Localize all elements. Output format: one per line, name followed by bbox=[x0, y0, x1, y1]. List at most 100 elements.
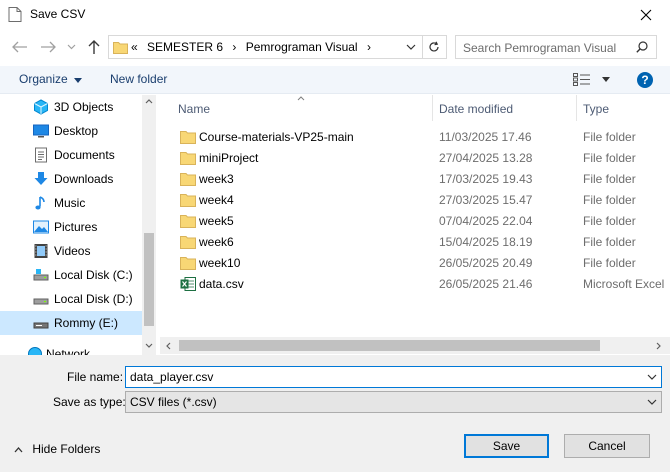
3d-objects-icon bbox=[34, 99, 48, 115]
address-bar[interactable]: « SEMESTER 6 › Pemrograman Visual › bbox=[108, 35, 447, 59]
sidebar-item-3d-objects[interactable]: 3D Objects bbox=[0, 95, 142, 119]
column-header-date-modified[interactable]: Date modified bbox=[439, 102, 513, 116]
folder-icon bbox=[180, 173, 196, 186]
file-type: Microsoft Excel bbox=[583, 277, 665, 291]
column-header-name[interactable]: Name bbox=[178, 102, 210, 116]
hide-folders-button[interactable]: Hide Folders bbox=[14, 442, 100, 456]
chevron-down-icon[interactable] bbox=[647, 371, 657, 383]
breadcrumb-segment[interactable]: SEMESTER 6 bbox=[147, 40, 223, 54]
file-row[interactable]: week6 15/04/2025 18.19 File folder bbox=[160, 232, 670, 253]
save-as-type-select[interactable]: CSV files (*.csv) bbox=[125, 391, 662, 413]
file-type: File folder bbox=[583, 214, 636, 228]
column-separator[interactable] bbox=[432, 95, 433, 121]
sidebar-item-network[interactable]: Network bbox=[0, 342, 142, 355]
cancel-button[interactable]: Cancel bbox=[564, 434, 650, 458]
file-list-scrollbar[interactable] bbox=[160, 337, 670, 354]
file-name: week10 bbox=[199, 256, 241, 270]
search-input[interactable]: Search Pemrograman Visual bbox=[463, 41, 616, 55]
organize-label: Organize bbox=[19, 72, 68, 86]
file-type: File folder bbox=[583, 130, 636, 144]
chevron-left-icon[interactable] bbox=[166, 342, 171, 350]
network-icon bbox=[28, 347, 42, 355]
sidebar-item-local-disk-c[interactable]: Local Disk (C:) bbox=[0, 263, 142, 287]
close-button[interactable] bbox=[622, 0, 670, 30]
sidebar-item-rommy-e[interactable]: Rommy (E:) bbox=[0, 311, 142, 335]
file-name-field[interactable]: data_player.csv bbox=[125, 366, 662, 388]
file-date: 27/04/2025 13.28 bbox=[439, 151, 533, 165]
file-name-input[interactable]: data_player.csv bbox=[130, 370, 213, 384]
desktop-icon bbox=[33, 124, 49, 138]
file-date: 26/05/2025 20.49 bbox=[439, 256, 533, 270]
file-row[interactable]: week4 27/03/2025 15.47 File folder bbox=[160, 190, 670, 211]
sidebar-item-label: Desktop bbox=[54, 124, 99, 138]
refresh-icon[interactable] bbox=[428, 41, 440, 53]
sidebar-item-desktop[interactable]: Desktop bbox=[0, 119, 142, 143]
file-date: 26/05/2025 21.46 bbox=[439, 277, 533, 291]
file-row[interactable]: miniProject 27/04/2025 13.28 File folder bbox=[160, 148, 670, 169]
chevron-right-icon[interactable] bbox=[656, 342, 661, 350]
sidebar-item-documents[interactable]: Documents bbox=[0, 143, 142, 167]
column-separator[interactable] bbox=[576, 95, 577, 121]
view-options-button[interactable] bbox=[573, 73, 611, 89]
chevron-up-icon[interactable] bbox=[145, 99, 153, 104]
folder-icon bbox=[113, 42, 128, 54]
hide-folders-label: Hide Folders bbox=[32, 442, 101, 456]
file-name-label: File name: bbox=[67, 370, 124, 384]
help-button[interactable]: ? bbox=[637, 72, 653, 88]
sidebar-item-label: Downloads bbox=[54, 172, 114, 186]
chevron-down-icon[interactable] bbox=[406, 44, 416, 51]
scrollbar-thumb[interactable] bbox=[144, 233, 154, 326]
chevron-down-icon bbox=[647, 399, 657, 405]
search-icon bbox=[636, 41, 648, 53]
sidebar-item-pictures[interactable]: Pictures bbox=[0, 215, 142, 239]
divider bbox=[422, 36, 423, 58]
folder-icon bbox=[180, 194, 196, 207]
chevron-up-icon bbox=[14, 446, 23, 453]
file-row[interactable]: week3 17/03/2025 19.43 File folder bbox=[160, 169, 670, 190]
search-box[interactable]: Search Pemrograman Visual bbox=[455, 35, 657, 59]
file-date: 11/03/2025 17.46 bbox=[439, 130, 532, 144]
file-row[interactable]: week5 07/04/2025 22.04 File folder bbox=[160, 211, 670, 232]
breadcrumb-segment[interactable]: Pemrograman Visual bbox=[246, 40, 358, 54]
drive-icon bbox=[33, 298, 49, 305]
back-button[interactable] bbox=[10, 38, 30, 56]
folder-icon bbox=[180, 236, 196, 249]
file-row[interactable]: data.csv 26/05/2025 21.46 Microsoft Exce… bbox=[160, 274, 670, 295]
caret-down-icon bbox=[74, 78, 83, 83]
file-name: week6 bbox=[199, 235, 234, 249]
breadcrumb-overflow[interactable]: « bbox=[131, 40, 138, 54]
sidebar-scrollbar[interactable] bbox=[142, 95, 156, 355]
arrow-right-icon bbox=[41, 41, 56, 53]
save-as-type-label: Save as type: bbox=[53, 395, 126, 409]
folder-icon bbox=[180, 257, 196, 270]
folder-icon bbox=[180, 215, 196, 228]
command-bar: Organize New folder ? bbox=[0, 66, 670, 94]
sidebar-item-local-disk-d[interactable]: Local Disk (D:) bbox=[0, 287, 142, 311]
sidebar-item-label: Local Disk (D:) bbox=[54, 292, 133, 306]
save-button[interactable]: Save bbox=[464, 434, 549, 458]
save-options-panel: File name: data_player.csv Save as type:… bbox=[0, 355, 670, 472]
pictures-icon bbox=[33, 220, 49, 234]
document-icon bbox=[8, 7, 22, 22]
caret-down-icon bbox=[602, 77, 611, 82]
scrollbar-thumb[interactable] bbox=[179, 340, 600, 351]
folder-icon bbox=[180, 131, 196, 144]
sidebar-item-music[interactable]: Music bbox=[0, 191, 142, 215]
file-name: Course-materials-VP25-main bbox=[199, 130, 354, 144]
sidebar-item-videos[interactable]: Videos bbox=[0, 239, 142, 263]
forward-button[interactable] bbox=[38, 38, 58, 56]
up-button[interactable] bbox=[84, 37, 104, 57]
column-header-type[interactable]: Type bbox=[583, 102, 609, 116]
file-row[interactable]: Course-materials-VP25-main 11/03/2025 17… bbox=[160, 127, 670, 148]
file-row[interactable]: week10 26/05/2025 20.49 File folder bbox=[160, 253, 670, 274]
navigation-pane: 3D Objects Desktop Documents Downloads M… bbox=[0, 95, 155, 355]
sidebar-item-downloads[interactable]: Downloads bbox=[0, 167, 142, 191]
recent-locations-button[interactable] bbox=[64, 40, 78, 54]
organize-button[interactable]: Organize bbox=[19, 72, 83, 86]
arrow-left-icon bbox=[12, 41, 27, 53]
new-folder-button[interactable]: New folder bbox=[110, 72, 167, 86]
breadcrumb-separator: › bbox=[366, 40, 371, 54]
breadcrumb-separator: › bbox=[232, 40, 237, 54]
details-view-icon bbox=[573, 73, 590, 86]
chevron-down-icon[interactable] bbox=[145, 343, 153, 348]
